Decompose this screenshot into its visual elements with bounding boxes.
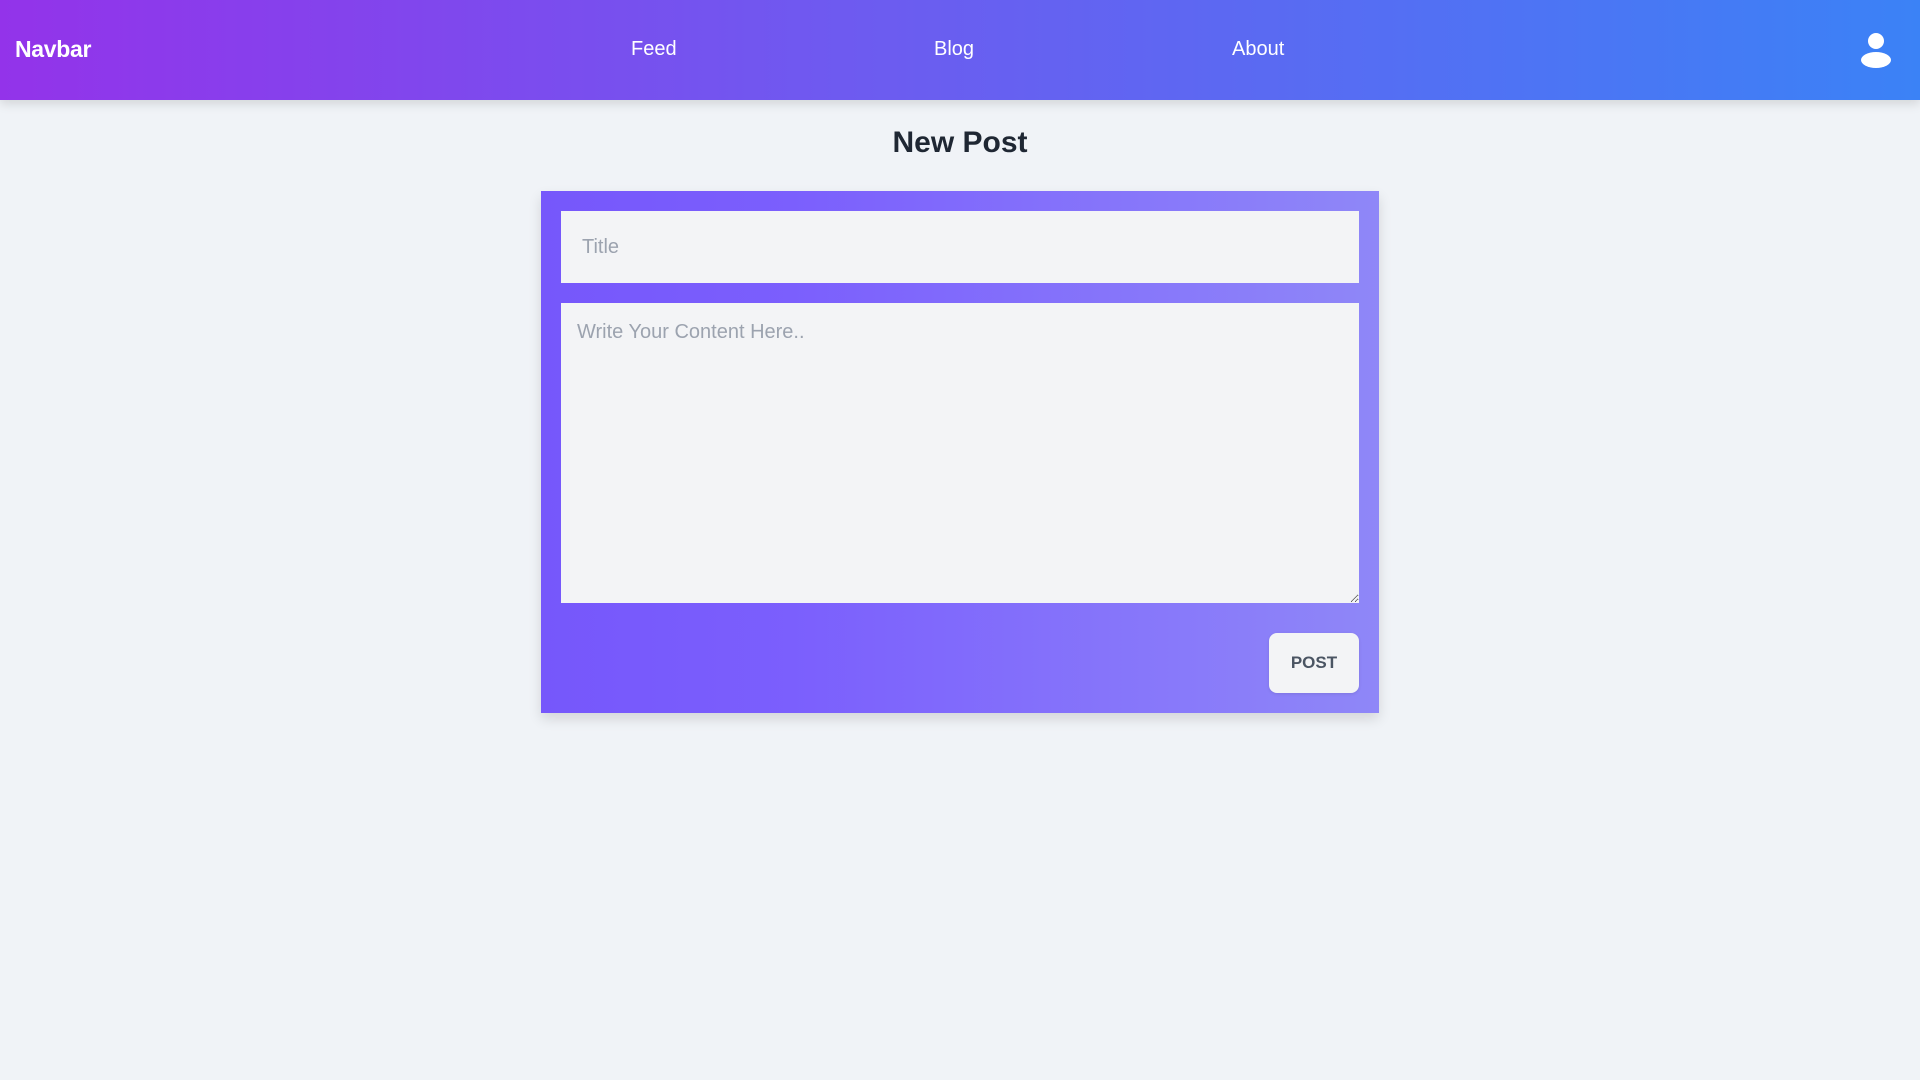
nav-link-feed[interactable]: Feed [631, 38, 677, 61]
post-button[interactable]: POST [1269, 633, 1359, 693]
navbar-brand[interactable]: Navbar [15, 36, 91, 63]
navbar: Navbar Feed Blog About [0, 0, 1920, 100]
content-textarea[interactable] [561, 303, 1359, 603]
page-title: New Post [892, 126, 1028, 159]
new-post-form: POST [541, 191, 1379, 713]
title-input[interactable] [561, 211, 1359, 283]
nav-link-blog[interactable]: Blog [934, 38, 974, 61]
nav-link-about[interactable]: About [1232, 38, 1284, 61]
user-icon[interactable] [1858, 32, 1894, 68]
